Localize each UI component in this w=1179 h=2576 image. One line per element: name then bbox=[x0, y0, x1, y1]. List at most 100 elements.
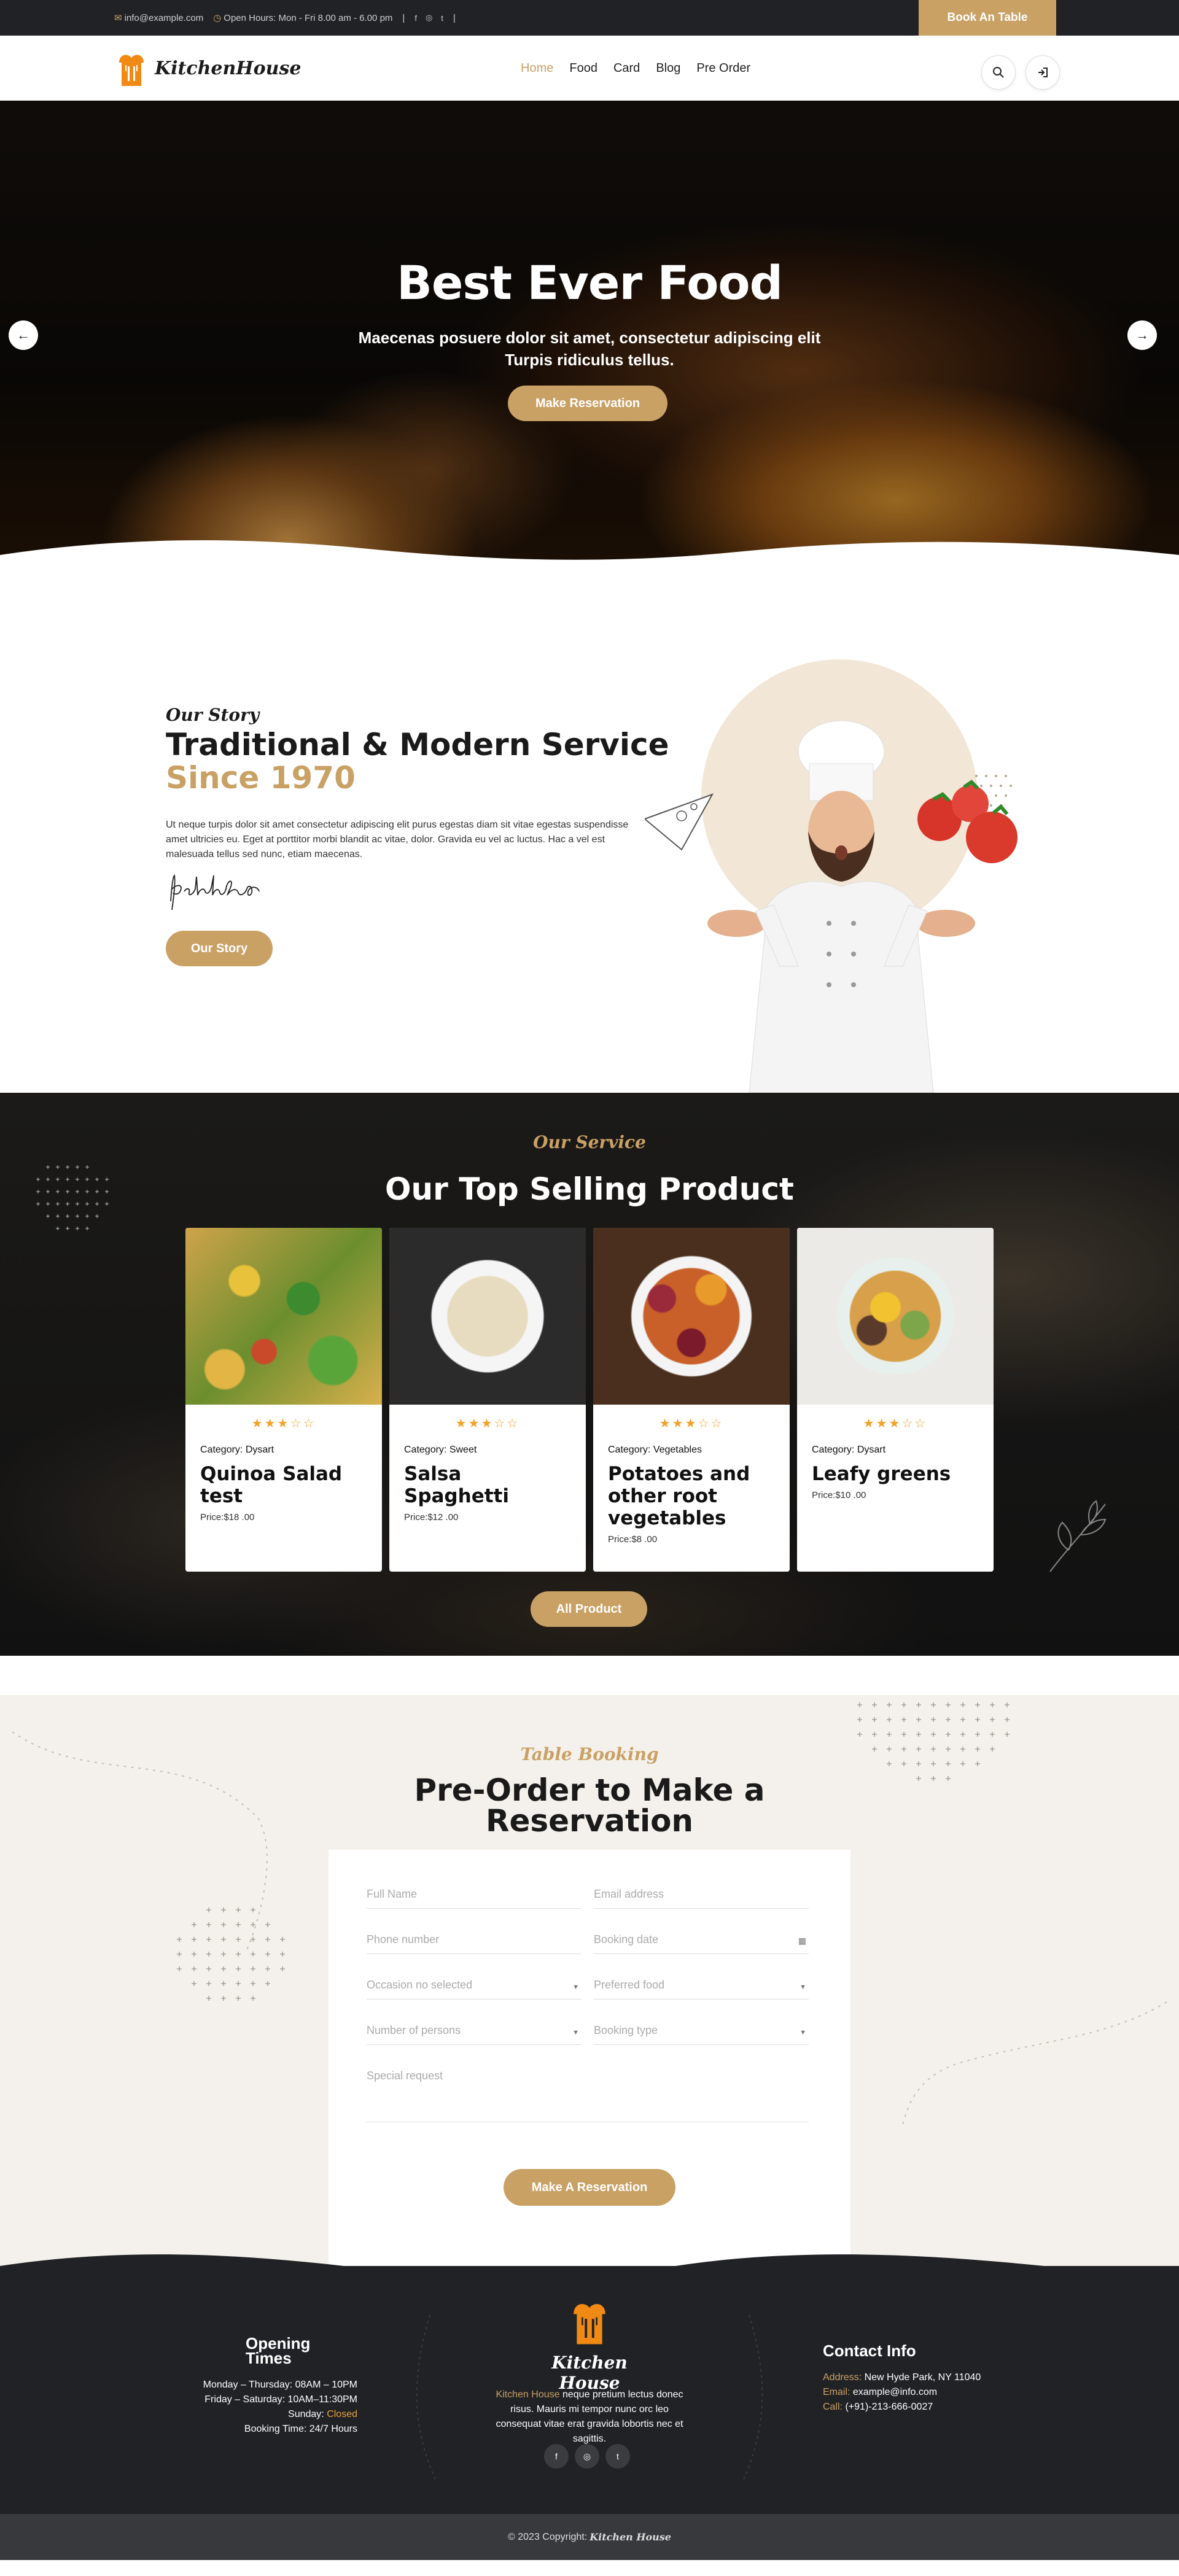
logo[interactable]: KitchenHouse bbox=[114, 49, 301, 87]
product-price: Price:$8 .00 bbox=[608, 1534, 658, 1545]
prev-arrow-icon[interactable]: ← bbox=[9, 320, 38, 350]
top-socials: f ◎ t bbox=[414, 13, 443, 23]
twitter-icon[interactable]: t bbox=[441, 14, 443, 23]
rating-stars: ★★★☆☆ bbox=[659, 1417, 724, 1430]
our-story-section: Our Story Traditional & Modern Service Si… bbox=[0, 567, 1179, 1093]
products-subtitle: Our Service bbox=[533, 1132, 646, 1152]
divider: | bbox=[453, 12, 456, 23]
booking-date-field[interactable]: Booking date ▦ bbox=[594, 1927, 809, 1954]
top-bar: ✉ info@example.com ◷ Open Hours: Mon - Fri… bbox=[0, 0, 1179, 36]
product-name: Potatoes and other root vegetables bbox=[608, 1463, 750, 1529]
reservation-form: Full Name Email address Phone number Boo… bbox=[329, 1850, 850, 2266]
chevron-down-icon: ▼ bbox=[572, 1984, 579, 1991]
facebook-icon[interactable]: f bbox=[544, 2444, 569, 2469]
email-info[interactable]: ✉ info@example.com bbox=[114, 12, 203, 23]
nav-item-home[interactable]: Home bbox=[521, 61, 553, 76]
phone-field[interactable]: Phone number bbox=[367, 1927, 582, 1954]
chef-image bbox=[645, 720, 1018, 1093]
product-price: Price:$10 .00 bbox=[812, 1490, 866, 1500]
product-price: Price:$12 .00 bbox=[404, 1512, 459, 1523]
product-image bbox=[797, 1228, 994, 1405]
footer-wave-divider bbox=[0, 2254, 1179, 2291]
product-category: Category: Dysart bbox=[200, 1445, 274, 1455]
search-button[interactable] bbox=[981, 55, 1016, 90]
all-product-button[interactable]: All Product bbox=[531, 1591, 647, 1627]
footer: Opening Times Monday – Thursday: 08AM – … bbox=[0, 2254, 1179, 2514]
story-subtitle: Our Story bbox=[166, 705, 260, 725]
product-card[interactable]: ★★★☆☆ Category: Dysart Leafy greens Pric… bbox=[797, 1228, 994, 1572]
table-booking-section: Table Booking Pre-Order to Make a Reserva… bbox=[0, 1695, 1179, 2266]
occasion-select[interactable]: Occasion no selected ▼ bbox=[367, 1973, 582, 2000]
story-paragraph: Ut neque turpis dolor sit amet consectet… bbox=[166, 820, 629, 859]
product-category: Category: Dysart bbox=[812, 1445, 886, 1455]
product-card[interactable]: ★★★☆☆ Category: Sweet Salsa Spaghetti Pr… bbox=[389, 1228, 586, 1572]
booking-title: Pre-Order to Make a Reservation bbox=[414, 1772, 765, 1839]
booking-type-select[interactable]: Booking type ▼ bbox=[594, 2018, 809, 2045]
rating-stars: ★★★☆☆ bbox=[863, 1417, 928, 1430]
special-request-textarea[interactable]: Special request bbox=[367, 2063, 809, 2122]
contact-info: Contact Info Address: New Hyde Park, NY … bbox=[823, 2341, 981, 2412]
login-icon bbox=[1038, 68, 1048, 77]
main-menu: Home Food Card Blog Pre Order bbox=[521, 36, 750, 101]
brand-name: KitchenHouse bbox=[155, 57, 302, 79]
product-name: Quinoa Salad test bbox=[200, 1463, 343, 1507]
nav-item-card[interactable]: Card bbox=[613, 61, 640, 76]
hours-info: ◷ Open Hours: Mon - Fri 8.00 am - 6.00 pm bbox=[213, 13, 393, 23]
facebook-icon[interactable]: f bbox=[414, 14, 417, 23]
mail-icon: ✉ bbox=[114, 13, 122, 23]
footer-logo[interactable]: Kitchen House bbox=[528, 2297, 651, 2393]
search-icon bbox=[993, 67, 1004, 78]
product-image bbox=[593, 1228, 790, 1405]
our-story-button[interactable]: Our Story bbox=[166, 931, 273, 966]
rating-stars: ★★★☆☆ bbox=[251, 1417, 316, 1430]
calendar-icon: ▦ bbox=[798, 1936, 806, 1946]
product-card[interactable]: ★★★☆☆ Category: Dysart Quinoa Salad test… bbox=[185, 1228, 382, 1572]
top-selling-section: Our Service Our Top Selling Product ★★★☆… bbox=[0, 1093, 1179, 1656]
hero-slider: Best Ever Food Maecenas posuere dolor si… bbox=[0, 101, 1179, 567]
product-image bbox=[185, 1228, 382, 1405]
product-category: Category: Vegetables bbox=[608, 1445, 702, 1455]
make-reservation-button[interactable]: Make Reservation bbox=[508, 386, 667, 421]
product-category: Category: Sweet bbox=[404, 1445, 477, 1455]
nav-item-pre-order[interactable]: Pre Order bbox=[696, 61, 750, 76]
preferred-food-select[interactable]: Preferred food ▼ bbox=[594, 1973, 809, 2000]
nav-item-blog[interactable]: Blog bbox=[656, 61, 680, 76]
full-name-field[interactable]: Full Name bbox=[367, 1882, 582, 1909]
products-title: Our Top Selling Product bbox=[385, 1171, 794, 1207]
instagram-icon[interactable]: ◎ bbox=[426, 13, 432, 23]
footer-socials: f ◎ t bbox=[544, 2444, 630, 2469]
book-table-button[interactable]: Book An Table bbox=[919, 0, 1056, 36]
twitter-icon[interactable]: t bbox=[605, 2444, 630, 2469]
persons-select[interactable]: Number of persons ▼ bbox=[367, 2018, 582, 2045]
product-name: Salsa Spaghetti bbox=[404, 1463, 509, 1507]
product-name: Leafy greens bbox=[812, 1463, 951, 1485]
chevron-down-icon: ▼ bbox=[572, 2029, 579, 2036]
email-field[interactable]: Email address bbox=[594, 1882, 809, 1909]
contact-phone-link[interactable]: (+91)-213-666-0027 bbox=[845, 2402, 933, 2412]
make-reservation-submit[interactable]: Make A Reservation bbox=[504, 2169, 675, 2206]
instagram-icon[interactable]: ◎ bbox=[575, 2444, 599, 2469]
opening-times: Opening Times Monday – Thursday: 08AM – … bbox=[203, 2334, 357, 2434]
navbar: KitchenHouse Home Food Card Blog Pre Ord… bbox=[0, 36, 1179, 101]
logo-icon bbox=[574, 2304, 605, 2345]
product-card[interactable]: ★★★☆☆ Category: Vegetables Potatoes and … bbox=[593, 1228, 790, 1572]
footer-about: Kitchen House neque pretium lectus donec… bbox=[496, 2389, 683, 2444]
chevron-down-icon: ▼ bbox=[800, 2029, 806, 2036]
logo-icon bbox=[119, 55, 144, 86]
contact-email-link[interactable]: example@info.com bbox=[853, 2387, 937, 2397]
divider: | bbox=[402, 12, 405, 23]
rating-stars: ★★★☆☆ bbox=[455, 1417, 520, 1430]
leaf-decor-icon bbox=[1049, 1500, 1107, 1572]
login-button[interactable] bbox=[1025, 55, 1060, 90]
hero-title: Best Ever Food bbox=[396, 255, 783, 310]
signature-image bbox=[170, 874, 260, 910]
next-arrow-icon[interactable]: → bbox=[1127, 320, 1157, 350]
booking-subtitle: Table Booking bbox=[520, 1744, 659, 1764]
product-price: Price:$18 .00 bbox=[200, 1512, 255, 1523]
product-image bbox=[389, 1228, 586, 1405]
clock-icon: ◷ bbox=[213, 13, 222, 23]
copyright-brand: Kitchen House bbox=[590, 2531, 671, 2543]
nav-item-food[interactable]: Food bbox=[569, 61, 597, 76]
chevron-down-icon: ▼ bbox=[800, 1984, 806, 1991]
hero-text: Maecenas posuere dolor sit amet, consect… bbox=[358, 328, 821, 369]
